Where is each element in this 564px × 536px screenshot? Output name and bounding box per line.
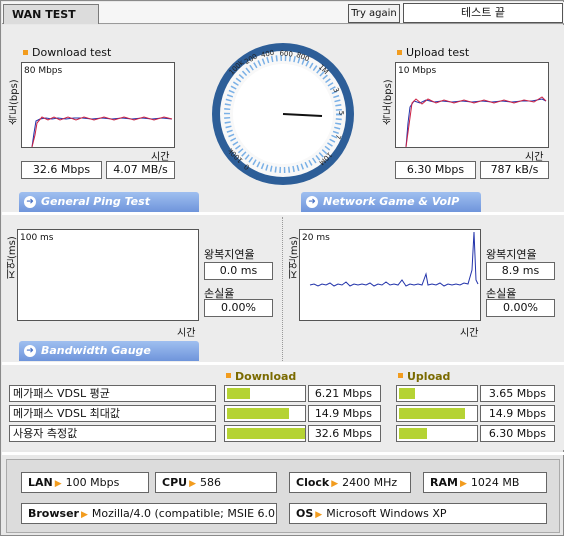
tab-wan-test[interactable]: WAN TEST (3, 4, 99, 24)
ram-value: 1024 MB (470, 476, 520, 489)
arrow-right-icon: ➜ (24, 345, 36, 357)
download-bar-fill (227, 388, 250, 399)
clock-key: Clock (296, 476, 330, 489)
game-time-label: 시간 (460, 328, 479, 339)
gauge-label-600: 600 (279, 49, 293, 58)
download-title: Download test (32, 46, 112, 59)
game-latency-value: 8.9 ms (486, 262, 555, 280)
download-bandwidth-value: 14.9 Mbps (308, 405, 381, 422)
download-line-blue (31, 117, 173, 147)
upload-line-blue (405, 98, 547, 147)
bandwidth-upload-head: Upload (407, 370, 451, 383)
download-scale: 80 Mbps (24, 66, 63, 76)
wan-test-window: WAN TEST Try again 테스트 끝 Download test 속… (0, 0, 564, 536)
ping-time-label: 시간 (177, 328, 196, 339)
arrow-right-icon: ▶ (459, 479, 467, 489)
download-bar-fill (227, 408, 289, 419)
arrow-right-icon: ➜ (24, 196, 36, 208)
cpu-info: CPU ▶ 586 (155, 472, 277, 493)
download-bar (224, 405, 306, 422)
arrow-right-icon: ▶ (331, 479, 339, 489)
download-head-bullet-icon (226, 373, 231, 378)
os-key: OS (296, 507, 314, 520)
download-bar (224, 425, 306, 442)
browser-value: Mozilla/4.0 (compatible; MSIE 6.0 (91, 507, 276, 520)
ping-loss-value: 0.00% (204, 299, 273, 317)
bandwidth-gauge-label: Bandwidth Gauge (41, 344, 151, 357)
lan-value: 100 Mbps (65, 476, 120, 489)
arrow-right-icon: ▶ (54, 479, 62, 489)
upload-bar (396, 425, 478, 442)
game-latency-line (309, 231, 479, 287)
browser-key: Browser (28, 507, 79, 520)
upload-bandwidth-value: 14.9 Mbps (480, 405, 555, 422)
upload-speed-value: 6.30 Mbps (395, 161, 476, 179)
clock-info: Clock ▶ 2400 MHz (289, 472, 411, 493)
os-info: OS ▶ Microsoft Windows XP (289, 503, 547, 524)
download-bar-fill (227, 428, 305, 439)
upload-bullet-icon (397, 50, 402, 55)
upload-bar (396, 405, 478, 422)
upload-bandwidth-value: 6.30 Mbps (480, 425, 555, 442)
download-rate-value: 4.07 MB/s (106, 161, 175, 179)
ram-info: RAM ▶ 1024 MB (423, 472, 547, 493)
arrow-right-icon: ▶ (80, 510, 88, 520)
download-line-red (31, 116, 173, 147)
upload-scale: 10 Mbps (398, 66, 437, 76)
download-bandwidth-value: 6.21 Mbps (308, 385, 381, 402)
clock-value: 2400 MHz (342, 476, 398, 489)
ram-key: RAM (430, 476, 458, 489)
upload-bar (396, 385, 478, 402)
bandwidth-row-label: 메가패스 VDSL 최대값 (9, 405, 216, 422)
upload-bar-fill (399, 388, 415, 399)
upload-title: Upload test (406, 46, 470, 59)
arrow-right-icon: ➜ (306, 196, 318, 208)
ping-graph: 100 ms (17, 229, 199, 321)
bandwidth-row-label: 사용자 측정값 (9, 425, 216, 442)
try-again-button[interactable]: Try again (348, 4, 400, 23)
bandwidth-download-head: Download (235, 370, 297, 383)
game-scale: 20 ms (302, 233, 330, 243)
upload-head-bullet-icon (398, 373, 403, 378)
game-graph: 20 ms (299, 229, 481, 321)
lan-key: LAN (28, 476, 53, 489)
arrow-right-icon: ▶ (315, 510, 323, 520)
cpu-key: CPU (162, 476, 188, 489)
download-speed-value: 32.6 Mbps (21, 161, 102, 179)
upload-rate-value: 787 kB/s (480, 161, 549, 179)
upload-bandwidth-value: 3.65 Mbps (480, 385, 555, 402)
download-bandwidth-value: 32.6 Mbps (308, 425, 381, 442)
game-loss-value: 0.00% (486, 299, 555, 317)
ping-divider (282, 217, 283, 361)
upload-axis-label: 속도(bps) (383, 79, 394, 125)
lan-info: LAN ▶ 100 Mbps (21, 472, 149, 493)
game-latency-label: 왕복지연율 (486, 248, 537, 261)
general-ping-test-button[interactable]: ➜ General Ping Test (19, 192, 199, 212)
ping-latency-label: 왕복지연율 (204, 248, 255, 261)
speed-gauge: 100k 200 400 600 800 1M 3 5 7 10M 100k 0 (212, 43, 354, 185)
upload-graph: 10 Mbps (395, 62, 549, 148)
ping-scale: 100 ms (20, 233, 54, 243)
status-field: 테스트 끝 (403, 3, 563, 23)
bandwidth-gauge-button[interactable]: ➜ Bandwidth Gauge (19, 341, 199, 361)
upload-bar-fill (399, 408, 465, 419)
download-bar (224, 385, 306, 402)
cpu-value: 586 (200, 476, 221, 489)
download-axis-label: 속도(bps) (9, 79, 20, 125)
browser-info: Browser ▶ Mozilla/4.0 (compatible; MSIE 6.… (21, 503, 277, 524)
system-divider (2, 452, 564, 455)
bandwidth-row-label: 메가패스 VDSL 평균 (9, 385, 216, 402)
arrow-right-icon: ▶ (189, 479, 196, 489)
upload-bar-fill (399, 428, 427, 439)
download-graph: 80 Mbps (21, 62, 175, 148)
ping-latency-value: 0.0 ms (204, 262, 273, 280)
network-game-voip-test-button[interactable]: ➜ Network Game & VoIP Test (301, 192, 481, 228)
upload-line-red (405, 96, 547, 147)
gauge-label-5: 5 (337, 111, 345, 115)
game-graph-plot (309, 231, 479, 287)
download-bullet-icon (23, 50, 28, 55)
general-ping-test-label: General Ping Test (41, 195, 150, 208)
os-value: Microsoft Windows XP (326, 507, 447, 520)
